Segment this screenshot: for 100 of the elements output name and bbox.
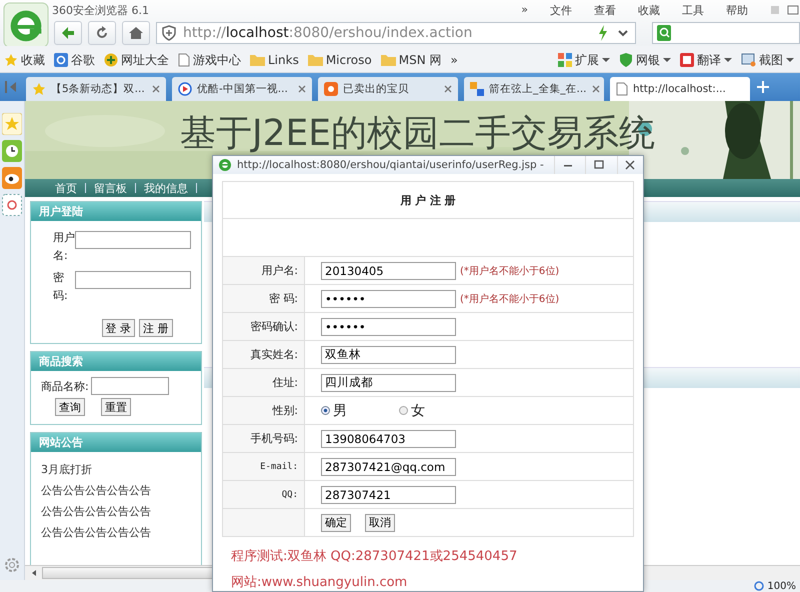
bookmark-item[interactable]: Links (250, 53, 299, 67)
zoom-level[interactable]: 100% (767, 580, 796, 592)
radio-button[interactable] (399, 406, 408, 415)
hint-text: (*用户名不能小于6位) (460, 264, 560, 278)
notice-item[interactable]: 3月底打折 (41, 462, 191, 477)
popup-title: http://localhost:8080/ershou/qiantai/userinfo/userReg.jsp - (237, 159, 544, 171)
caret-icon[interactable] (724, 57, 732, 63)
extension-item[interactable]: 翻译 (680, 52, 732, 68)
bookmark-item[interactable]: 谷歌 (54, 52, 95, 68)
browser-tab[interactable]: http://localhost:... (610, 77, 750, 101)
caret-icon[interactable] (786, 57, 794, 63)
field-label: 性别: (223, 397, 305, 424)
input-field[interactable] (90, 377, 169, 395)
field-label: 手机号码: (223, 425, 305, 452)
form-button[interactable]: 注 册 (139, 319, 172, 337)
input-field[interactable]: 13908064703 (321, 430, 456, 448)
menu-item[interactable]: 文件 (550, 2, 572, 18)
form-button[interactable]: 登 录 (102, 319, 135, 337)
close-icon[interactable] (592, 85, 600, 93)
form-button[interactable]: 确定 (321, 514, 351, 532)
clock-icon[interactable] (2, 140, 22, 162)
field-label: 密码: (53, 270, 69, 304)
input-field[interactable]: 287307421 (321, 486, 456, 504)
refresh-button[interactable] (88, 21, 116, 45)
shield-icon (161, 25, 177, 41)
radio-option[interactable]: 女 (399, 402, 473, 420)
back-arrow-icon (60, 25, 76, 41)
browser-tab[interactable]: 已卖出的宝贝 (318, 77, 458, 101)
menu-item[interactable]: 帮助 (726, 2, 748, 18)
scroll-left-icon[interactable] (30, 569, 38, 577)
home-button[interactable] (122, 21, 150, 45)
extension-item[interactable]: 截图 (741, 52, 794, 68)
nav-link[interactable]: 我的信息 (144, 180, 188, 196)
caret-icon[interactable] (602, 57, 610, 63)
g-tile-icon (54, 53, 68, 67)
close-icon[interactable] (298, 85, 306, 93)
notice-item[interactable]: 公告公告公告公告公告 (41, 504, 191, 519)
maximize-icon[interactable] (786, 4, 800, 16)
nav-link[interactable]: 留言板 (94, 180, 127, 196)
maximize-icon (594, 160, 604, 170)
panel-header: 网站公告 (31, 433, 201, 452)
more-bookmarks[interactable]: » (450, 53, 458, 67)
field-label: 真实姓名: (223, 341, 305, 368)
close-icon (625, 160, 636, 170)
input-field[interactable] (75, 231, 191, 249)
radio-option[interactable]: 男 (321, 402, 395, 420)
radio-button[interactable] (321, 406, 330, 415)
browser-logo-icon (218, 158, 232, 172)
menu-item[interactable]: 收藏 (638, 2, 660, 18)
input-field[interactable]: 20130405 (321, 262, 456, 280)
password-field[interactable]: •••••• (321, 318, 456, 336)
menu-item[interactable]: 查看 (594, 2, 616, 18)
search-field[interactable] (652, 22, 800, 44)
bookmark-item[interactable]: 收藏 (4, 52, 45, 68)
back-button[interactable] (54, 21, 82, 45)
shield-icon (619, 53, 633, 67)
input-field[interactable]: 287307421@qq.com (321, 458, 456, 476)
bookmark-item[interactable]: Microso (308, 53, 372, 67)
close-icon[interactable] (152, 85, 160, 93)
folder-icon (308, 54, 323, 66)
bookmark-item[interactable]: 网址大全 (104, 52, 169, 68)
form-title: 用 户 注 册 (400, 192, 456, 208)
extension-item[interactable]: 网银 (619, 52, 671, 68)
form-button[interactable]: 重置 (101, 398, 131, 416)
browser-tab[interactable]: 箭在弦上_全集_在... (464, 77, 604, 101)
address-bar[interactable]: http://localhost:8080/ershou/index.action (156, 22, 636, 44)
extension-item[interactable]: 扩展 (558, 52, 610, 68)
new-tab-icon[interactable] (756, 80, 770, 94)
bookmark-item[interactable]: MSN 网 (380, 52, 442, 68)
menu-item[interactable]: » (521, 2, 528, 18)
input-field[interactable]: 四川成都 (321, 374, 456, 392)
star-icon[interactable] (2, 113, 22, 135)
form-button[interactable]: 取消 (365, 514, 395, 532)
field-label: E-mail: (223, 453, 305, 480)
panel-header: 用户登陆 (31, 202, 201, 221)
field-label: 用户名: (53, 230, 75, 264)
notice-item[interactable]: 公告公告公告公告公告 (41, 483, 191, 498)
weibo-icon[interactable] (2, 167, 22, 189)
browser-logo-icon[interactable] (3, 2, 49, 48)
site-title: 基于J2EE的校园二手交易系统 (180, 112, 656, 156)
password-field[interactable]: •••••• (321, 290, 456, 308)
folder-icon (250, 54, 265, 66)
notice-item[interactable]: 公告公告公告公告公告 (41, 525, 191, 540)
menu-item[interactable]: 工具 (682, 2, 704, 18)
field-label: 密 码: (223, 285, 305, 312)
input-field[interactable] (75, 271, 191, 289)
window-title: 360安全浏览器 6.1 (52, 2, 149, 18)
input-field[interactable]: 双鱼林 (321, 346, 456, 364)
form-button[interactable]: 查询 (55, 398, 85, 416)
nav-link[interactable]: 首页 (55, 180, 77, 196)
page-icon (616, 82, 628, 96)
caret-icon[interactable] (663, 57, 671, 63)
settings-icon[interactable] (3, 556, 21, 574)
close-icon[interactable] (444, 85, 452, 93)
browser-tab[interactable]: 优酷-中国第一视... (172, 77, 312, 101)
page-icon (178, 53, 190, 67)
zoom-icon[interactable] (754, 581, 764, 591)
browser-tab[interactable]: 【5条新动态】双... (26, 77, 166, 101)
bookmark-item[interactable]: 游戏中心 (178, 52, 241, 68)
lightning-icon[interactable] (597, 25, 609, 41)
